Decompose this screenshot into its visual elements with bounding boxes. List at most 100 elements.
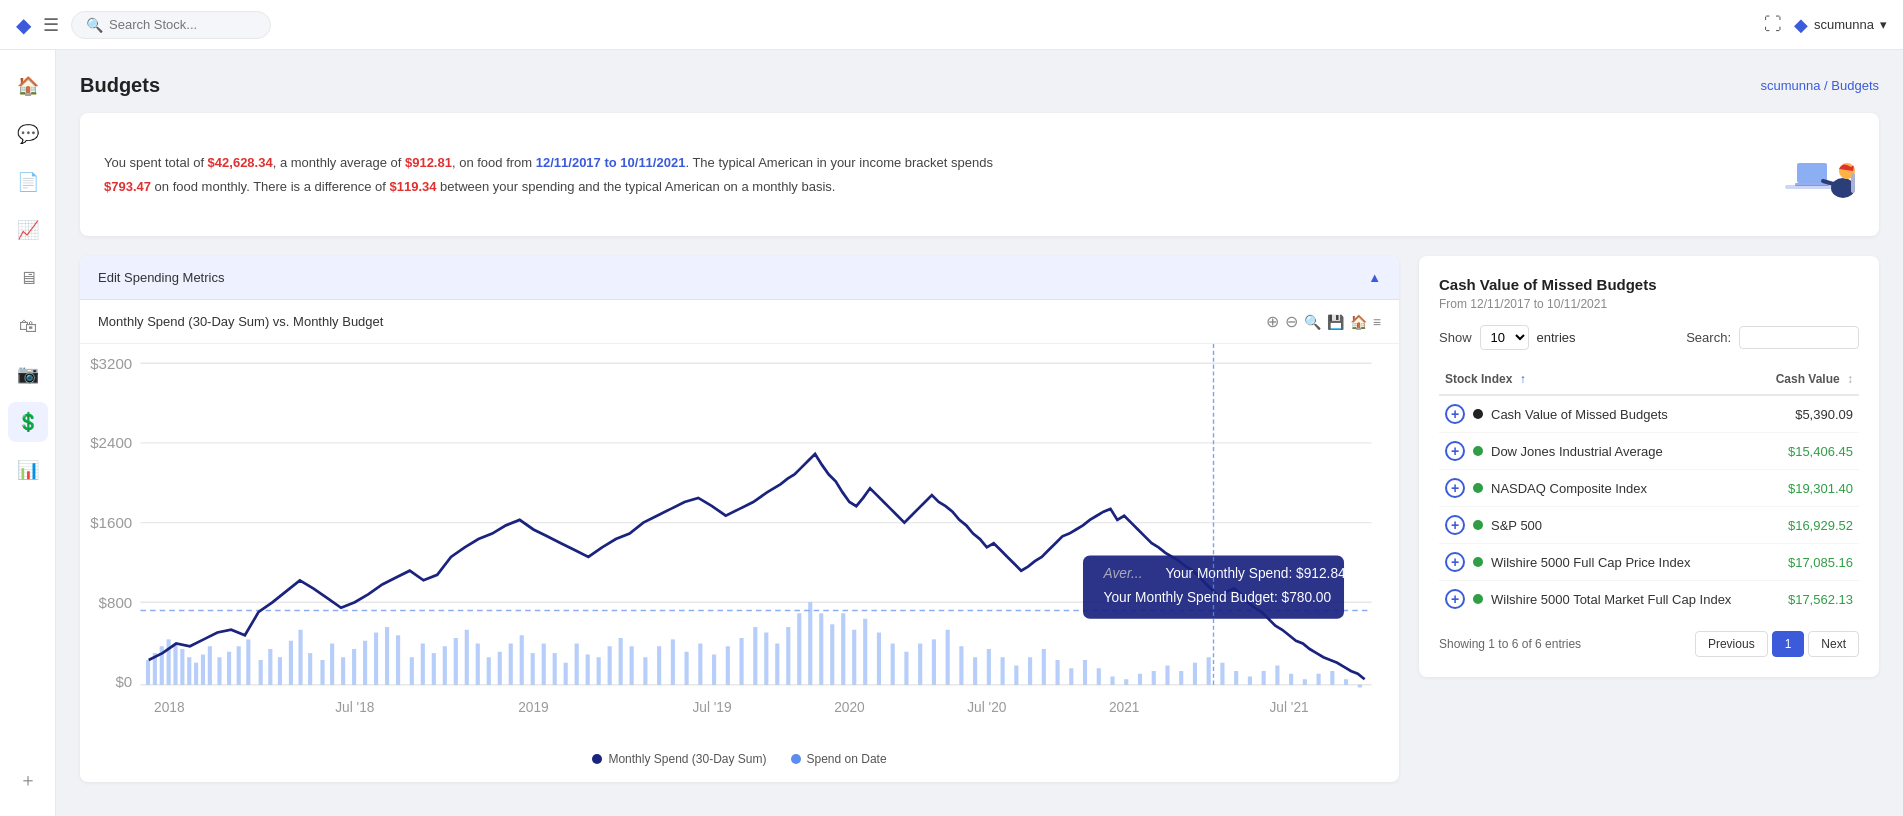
svg-rect-33	[194, 663, 198, 685]
rp-table: Stock Index ↑ Cash Value ↕ + Cash	[1439, 364, 1859, 617]
breadcrumb-parent[interactable]: scumunna	[1760, 78, 1820, 93]
summary-mid3: . The typical American in your income br…	[685, 155, 993, 170]
svg-text:2018: 2018	[154, 700, 185, 715]
svg-rect-35	[208, 646, 212, 684]
sidebar-item-dollar[interactable]: 💲	[8, 402, 48, 442]
svg-rect-56	[432, 653, 436, 685]
col-stock-index[interactable]: Stock Index ↑	[1439, 364, 1762, 395]
table-row: + Wilshire 5000 Total Market Full Cap In…	[1439, 581, 1859, 618]
svg-rect-85	[775, 644, 779, 685]
col-cash-value-label: Cash Value	[1776, 372, 1840, 386]
search-input[interactable]	[109, 17, 259, 32]
table-cell-value: $19,301.40	[1762, 470, 1859, 507]
monitor-icon: 🖥	[19, 268, 37, 289]
chart-area: $3200 $2400 $1600 $800 $0 2018 Jul '18	[80, 344, 1399, 782]
svg-text:2021: 2021	[1109, 700, 1140, 715]
svg-rect-89	[819, 613, 823, 684]
sidebar-item-chart[interactable]: 📊	[8, 450, 48, 490]
svg-rect-58	[454, 638, 458, 685]
table-cell-name: + Wilshire 5000 Total Market Full Cap In…	[1445, 589, 1756, 609]
sidebar-item-trending[interactable]: 📈	[8, 210, 48, 250]
svg-rect-71	[597, 657, 601, 684]
svg-text:Your Monthly Spend Budget: $78: Your Monthly Spend Budget: $780.00	[1104, 590, 1332, 605]
user-diamond-icon: ◆	[1794, 14, 1808, 36]
svg-rect-73	[619, 638, 623, 685]
show-select[interactable]: 10 25 50	[1480, 325, 1529, 350]
logo-icon[interactable]: ◆	[16, 13, 31, 37]
search-box[interactable]: 🔍	[71, 11, 271, 39]
zoom-select-icon[interactable]: 🔍	[1304, 314, 1321, 330]
svg-rect-125	[1303, 679, 1307, 684]
svg-rect-31	[180, 649, 184, 685]
rp-search-input[interactable]	[1739, 326, 1859, 349]
svg-rect-121	[1248, 676, 1252, 684]
dot-green-icon	[1473, 483, 1483, 493]
message-icon: 📄	[17, 171, 39, 193]
expand-button[interactable]: +	[1445, 515, 1465, 535]
page-1-button[interactable]: 1	[1772, 631, 1805, 657]
svg-rect-70	[586, 655, 590, 685]
svg-rect-30	[173, 644, 177, 685]
svg-rect-112	[1124, 679, 1128, 684]
expand-button[interactable]: +	[1445, 589, 1465, 609]
sidebar-item-message[interactable]: 📄	[8, 162, 48, 202]
expand-button[interactable]: +	[1445, 441, 1465, 461]
chart-legend: Monthly Spend (30-Day Sum) Spend on Date	[80, 742, 1399, 782]
sidebar-item-monitor[interactable]: 🖥	[8, 258, 48, 298]
dot-green-icon	[1473, 557, 1483, 567]
svg-rect-41	[268, 649, 272, 685]
svg-rect-2	[1795, 183, 1829, 186]
fullscreen-icon[interactable]: ⛶	[1764, 14, 1782, 35]
username-label: scumunna	[1814, 17, 1874, 32]
svg-text:$0: $0	[115, 673, 132, 690]
next-button[interactable]: Next	[1808, 631, 1859, 657]
right-panel: Cash Value of Missed Budgets From 12/11/…	[1419, 256, 1879, 677]
download-icon[interactable]: 💾	[1327, 314, 1344, 330]
summary-monthly-avg: $912.81	[405, 155, 452, 170]
chart-sub-title: Monthly Spend (30-Day Sum) vs. Monthly B…	[98, 314, 383, 329]
svg-rect-126	[1317, 674, 1321, 685]
svg-rect-66	[542, 644, 546, 685]
svg-rect-48	[341, 657, 345, 684]
svg-text:Jul '18: Jul '18	[335, 700, 375, 715]
expand-button[interactable]: +	[1445, 552, 1465, 572]
menu-chart-icon[interactable]: ≡	[1373, 314, 1381, 330]
sidebar-item-chat[interactable]: 💬	[8, 114, 48, 154]
svg-rect-39	[246, 639, 250, 684]
home-reset-icon[interactable]: 🏠	[1350, 314, 1367, 330]
svg-rect-82	[740, 638, 744, 685]
chevron-up-icon[interactable]: ▲	[1368, 270, 1381, 285]
index-name: Dow Jones Industrial Average	[1491, 444, 1663, 459]
dot-green-icon	[1473, 520, 1483, 530]
two-col-layout: Edit Spending Metrics ▲ Monthly Spend (3…	[80, 256, 1879, 782]
sidebar-item-home[interactable]: 🏠	[8, 66, 48, 106]
previous-button[interactable]: Previous	[1695, 631, 1768, 657]
zoom-in-icon[interactable]: ⊕	[1266, 312, 1279, 331]
expand-button[interactable]: +	[1445, 404, 1465, 424]
add-icon: ＋	[19, 768, 37, 792]
svg-rect-128	[1344, 679, 1348, 684]
svg-rect-49	[352, 649, 356, 685]
breadcrumb-current: Budgets	[1831, 78, 1879, 93]
svg-rect-122	[1262, 671, 1266, 685]
sidebar-item-camera[interactable]: 📷	[8, 354, 48, 394]
table-cell-name: + Wilshire 5000 Full Cap Price Index	[1445, 552, 1756, 572]
col-cash-value[interactable]: Cash Value ↕	[1762, 364, 1859, 395]
navbar-left: ◆ ☰ 🔍	[16, 11, 271, 39]
svg-rect-72	[608, 646, 612, 684]
expand-button[interactable]: +	[1445, 478, 1465, 498]
svg-rect-83	[753, 627, 757, 685]
user-menu[interactable]: ◆ scumunna ▾	[1794, 14, 1887, 36]
svg-rect-68	[564, 663, 568, 685]
index-name: Wilshire 5000 Full Cap Price Index	[1491, 555, 1690, 570]
svg-rect-124	[1289, 674, 1293, 685]
svg-rect-118	[1207, 657, 1211, 684]
zoom-out-icon[interactable]: ⊖	[1285, 312, 1298, 331]
legend-item-spend: Spend on Date	[791, 752, 887, 766]
sidebar-item-add[interactable]: ＋	[8, 760, 48, 800]
pagination: Showing 1 to 6 of 6 entries Previous 1 N…	[1439, 631, 1859, 657]
home-icon: 🏠	[17, 75, 39, 97]
sidebar-item-bag[interactable]: 🛍	[8, 306, 48, 346]
menu-icon[interactable]: ☰	[43, 14, 59, 36]
summary-difference: $119.34	[389, 179, 436, 194]
